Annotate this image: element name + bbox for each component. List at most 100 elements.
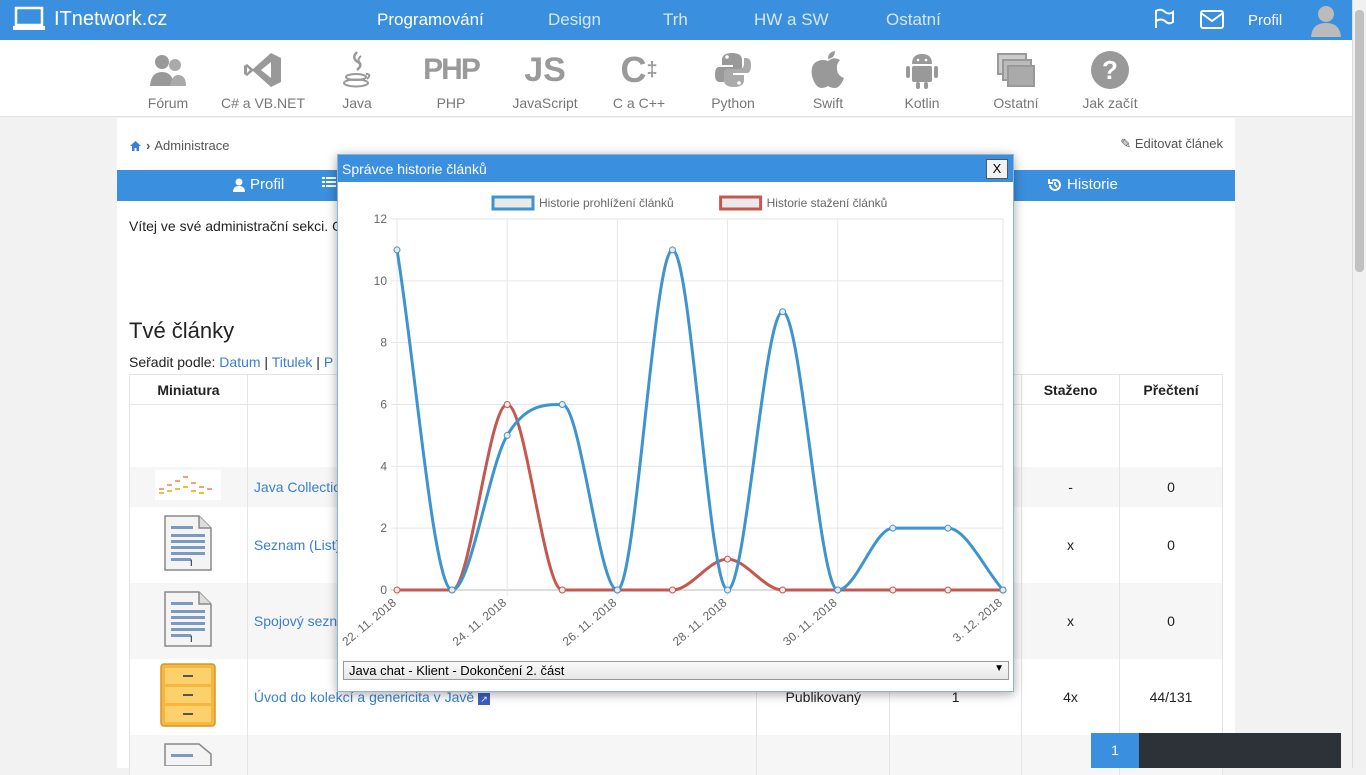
category-label: Swift [812,95,844,111]
row-title[interactable] [246,734,758,775]
chevron-right-icon: › [146,138,151,153]
scrollbar-thumb[interactable] [1355,10,1364,272]
modal-title: Správce historie článků [342,161,487,177]
legend-label: Historie stažení článků [767,196,888,210]
category-swift[interactable]: Swift [780,48,876,111]
svg-text:?: ? [1102,55,1118,85]
category-label: Ostatní [993,95,1039,111]
mail-icon[interactable] [1200,10,1224,30]
series-line [395,248,1005,592]
history-modal: Správce historie článků X 0 2 4 6 8 10 12 22. 1… [337,154,1014,692]
article-select[interactable]: Java chat - Klient - Dokončení 2. část ▼ [343,661,1009,680]
close-button[interactable]: X [986,159,1008,179]
document-icon: I [164,591,213,647]
site-logo[interactable]: ITnetwork.cz [12,6,167,32]
category-javascript[interactable]: JS JavaScript [497,48,593,112]
python-icon [715,53,751,87]
row-reads: 44/131 [1119,658,1223,735]
category-label: Python [711,95,755,111]
category-php[interactable]: PHP PHP [403,48,499,111]
category-label: C# a VB.NET [220,95,306,111]
topnav-hw-a-sw[interactable]: HW a SW [754,10,829,30]
data-point [503,401,511,408]
x-tick-label: 26. 11. 2018 [560,595,620,648]
y-tick-label: 6 [380,398,387,412]
flag-icon[interactable] [1153,8,1175,30]
page-number[interactable]: 1 [1091,733,1139,768]
x-tick-label: 3. 12. 2018 [950,595,1005,645]
data-point [668,246,676,254]
table-row [129,734,1223,775]
col-reads-header[interactable]: Přečtení [1119,374,1223,405]
row-downloaded: - [1021,466,1121,507]
category-bar: Fórum C# a VB.NET Java PHP PHP JS JavaSc… [0,40,1352,117]
category-label: Java [342,95,372,111]
external-link-icon[interactable]: ↗ [478,692,491,705]
pagination: 1 [1091,733,1341,768]
edit-article-label: Editovat článek [1134,136,1223,151]
data-point [558,586,566,594]
top-navbar: ITnetwork.cz Programování Design Trh HW … [0,0,1352,40]
tab-historie[interactable]: Historie [1048,176,1118,193]
history-chart: 0 2 4 6 8 10 12 22. 11. 2018 24. 11. 2018 26. 11.… [339,195,1007,649]
laptop-icon [13,6,45,30]
list-icon [322,177,336,187]
x-tick-label: 28. 11. 2018 [670,595,730,648]
modal-header: Správce historie článků X [338,155,1013,182]
forum-icon [150,55,186,86]
page-scrollbar[interactable] [1352,0,1366,768]
category-label: JavaScript [512,95,578,111]
category-kotlin[interactable]: Kotlin [874,48,970,111]
profile-link[interactable]: Profil [1248,12,1282,29]
category-csharp[interactable]: C# a VB.NET [215,48,311,111]
category-java[interactable]: Java [309,48,405,111]
category-jak-zacit[interactable]: ? Jak začít [1062,48,1158,111]
row-status [756,734,891,775]
avatar[interactable] [1310,3,1342,37]
data-point [944,524,952,532]
tab-list[interactable] [322,176,336,188]
data-point [944,586,952,594]
topnav-programovani[interactable]: Programování [377,10,484,30]
tab-label: Profil [250,176,285,193]
category-ostatni[interactable]: Ostatní [968,48,1064,111]
category-python[interactable]: Python [685,48,781,111]
legend-label: Historie prohlížení článků [539,196,674,210]
sort-label: Seřadit podle: [129,354,216,370]
y-tick-label: 12 [374,212,388,226]
category-cpp[interactable]: C ‡ C a C++ [591,48,687,111]
edit-article-link[interactable]: ✎ Editovat článek [1120,136,1223,152]
tab-profil[interactable]: Profil [233,176,284,193]
row-thumb [129,658,248,735]
home-icon[interactable] [129,140,142,152]
row-downloaded: 4x [1021,658,1121,735]
row-thumb: I [129,582,248,659]
category-forum[interactable]: Fórum [120,48,216,111]
sort-datum[interactable]: Datum [219,354,260,370]
sort-other[interactable]: P [324,354,333,370]
article-select-value: Java chat - Klient - Dokončení 2. část [349,663,565,678]
col-thumb-header[interactable]: Miniatura [129,374,248,405]
php-icon: PHP [423,53,481,86]
data-point [448,586,456,594]
data-point [834,586,842,594]
user-icon [233,178,245,192]
row-downloaded: x [1021,506,1121,583]
dropdown-arrow-icon: ▼ [994,663,1004,674]
category-label: Jak začít [1082,95,1138,111]
sort-titulek[interactable]: Titulek [272,354,313,370]
topnav-design[interactable]: Design [548,10,601,30]
x-tick-label: 30. 11. 2018 [780,595,840,648]
svg-text:I: I [190,634,193,644]
row-downloaded: x [1021,582,1121,659]
history-icon [1048,178,1061,191]
data-point [724,586,732,594]
topnav-ostatni[interactable]: Ostatní [886,10,941,30]
windows-stack-icon [997,53,1035,87]
row-thumb [129,404,248,467]
data-point [503,431,511,439]
y-tick-label: 10 [374,274,388,288]
topnav-trh[interactable]: Trh [663,10,688,30]
col-downloaded-header[interactable]: Staženo [1021,374,1121,405]
data-point [889,586,897,594]
